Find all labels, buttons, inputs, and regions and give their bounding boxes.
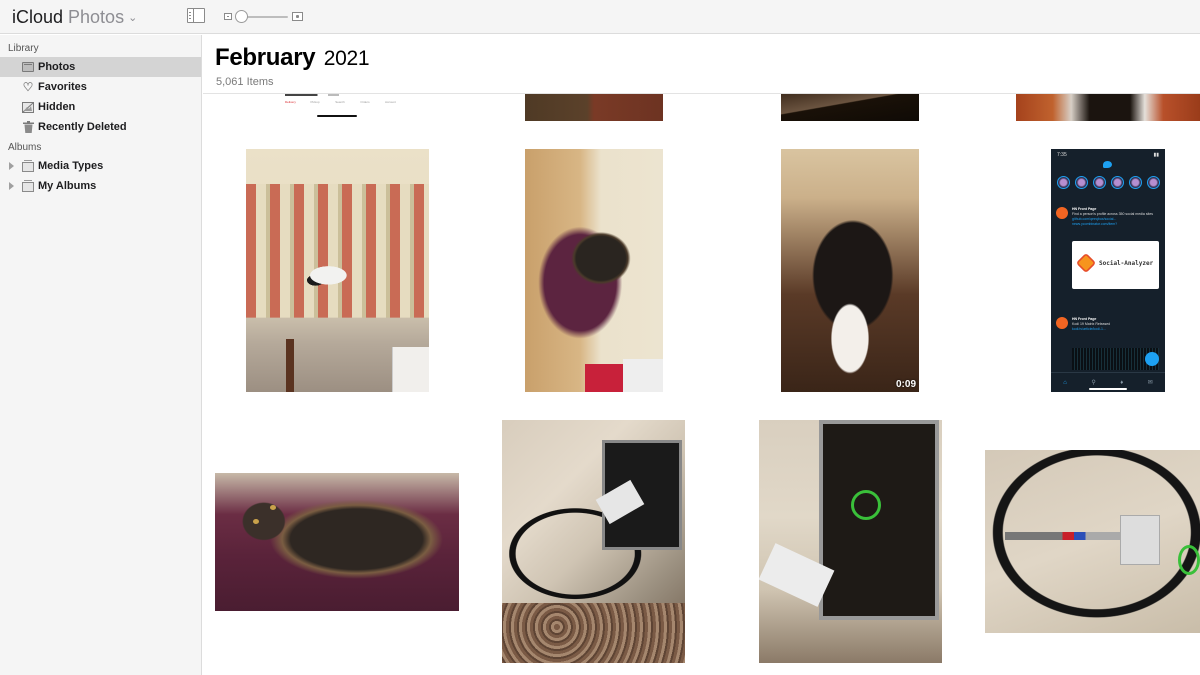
disclosure-triangle-icon[interactable] [9, 182, 14, 190]
photo-thumbnail[interactable] [246, 149, 429, 392]
compose-icon [1145, 352, 1159, 366]
sidebar-item-hidden[interactable]: Hidden [0, 97, 201, 117]
zoom-slider-knob[interactable] [235, 10, 248, 23]
page-title: February 2021 [215, 44, 370, 72]
photos-icon [22, 61, 34, 73]
albums-section-label: Albums [8, 142, 42, 153]
app-tab-bar: Delivery Pickup Search Orders Account [285, 100, 396, 107]
sidebar-toggle-button[interactable] [187, 8, 205, 23]
photo-thumbnail[interactable] [1016, 93, 1200, 121]
sidebar-item-recently-deleted[interactable]: Recently Deleted [0, 117, 201, 137]
photo-thumbnail[interactable] [525, 149, 663, 392]
tweet-author: HN Front Page [1072, 317, 1097, 321]
tweet-text: Kodi 19 Matrix Released [1072, 322, 1111, 326]
album-stack-icon [22, 180, 34, 192]
photo-thumbnail[interactable] [759, 420, 942, 663]
sidebar-item-label: Photos [38, 61, 76, 73]
video-thumbnail[interactable]: 0:09 [781, 149, 919, 392]
status-time: 7:35 [1057, 152, 1067, 158]
sidebar-item-photos[interactable]: Photos [0, 57, 201, 77]
chevron-down-icon: ⌄ [128, 12, 138, 24]
item-count: 5,061 Items [216, 76, 274, 88]
hidden-icon [22, 101, 34, 113]
tweet-author: HN Front Page [1072, 207, 1097, 211]
month-label: February [215, 44, 316, 71]
album-stack-icon [22, 160, 34, 172]
photo-thumbnail[interactable] [502, 420, 685, 663]
photo-thumbnail[interactable]: 7:35 ▮▮ HN Front Page Find a person's prof… [1051, 149, 1165, 392]
sidebar-item-label: Hidden [38, 101, 76, 113]
tweet-text: Find a person's profile across 350 socia… [1072, 212, 1154, 216]
sidebar-item-label: Favorites [38, 81, 87, 93]
library-section-label: Library [8, 43, 39, 54]
tab-label: Delivery [285, 100, 296, 104]
tab-label: Orders [360, 100, 370, 104]
video-duration: 0:09 [895, 379, 916, 390]
cube-icon [1075, 252, 1097, 274]
app-product-name: Photos [68, 7, 125, 27]
sidebar-item-label: Recently Deleted [38, 121, 127, 133]
moment-header: February 2021 5,061 Items [203, 35, 1200, 94]
tab-label: Pickup [310, 100, 320, 104]
photo-thumbnail[interactable] [525, 93, 663, 121]
sidebar: Library Photos ♡ Favorites Hidden Recent… [0, 35, 202, 675]
tab-label: Search [335, 100, 345, 104]
link-card: Social-Analyzer [1072, 241, 1159, 289]
sidebar-item-media-types[interactable]: Media Types [0, 156, 201, 176]
tab-label: Account [385, 100, 396, 104]
top-bar: iCloud Photos ⌄ [0, 0, 1200, 34]
sidebar-item-favorites[interactable]: ♡ Favorites [0, 77, 201, 97]
card-title: Social-Analyzer [1099, 260, 1154, 267]
twitter-bird-icon [1103, 161, 1112, 168]
photo-thumbnail[interactable]: Delivery Pickup Search Orders Account [283, 93, 403, 121]
photo-grid-area: February 2021 5,061 Items Delivery Picku… [203, 35, 1200, 675]
photo-thumbnail[interactable] [985, 450, 1200, 633]
app-menu-button[interactable]: iCloud Photos ⌄ [12, 7, 137, 28]
trash-icon [22, 121, 34, 133]
photo-thumbnail[interactable] [781, 93, 919, 121]
small-photo-icon[interactable] [224, 13, 232, 20]
sidebar-item-my-albums[interactable]: My Albums [0, 176, 201, 196]
disclosure-triangle-icon[interactable] [9, 162, 14, 170]
large-photo-icon[interactable] [292, 12, 303, 21]
year-label: 2021 [323, 47, 370, 70]
sidebar-item-label: Media Types [38, 160, 104, 172]
heart-icon: ♡ [22, 80, 34, 94]
app-brand: iCloud [12, 7, 64, 27]
photo-thumbnail[interactable] [215, 473, 459, 611]
sidebar-item-label: My Albums [38, 180, 97, 192]
